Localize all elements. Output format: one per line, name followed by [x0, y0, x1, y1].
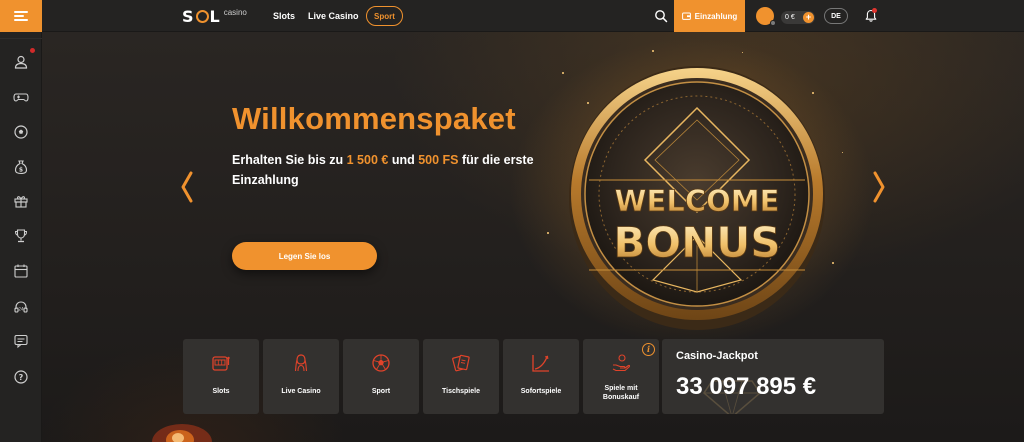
nav-sport-button[interactable]: Sport [366, 6, 403, 26]
add-funds-button[interactable]: + [803, 12, 814, 23]
avatar[interactable] [756, 7, 776, 26]
sidebar-divider [0, 38, 42, 39]
logo-subtitle: casino [223, 7, 247, 17]
money-bag-icon[interactable]: $ [13, 159, 29, 175]
casino-jackpot-panel[interactable]: Casino-Jackpot 33 097 895 € [662, 339, 884, 414]
language-selector[interactable]: DE [824, 8, 848, 24]
logo[interactable]: SL casino [182, 6, 247, 26]
get-started-button[interactable]: Legen Sie los [232, 242, 377, 270]
svg-text:?: ? [19, 373, 24, 382]
hand-coin-icon [612, 354, 631, 372]
bonus-amount: 1 500 € [346, 153, 389, 167]
search-icon[interactable] [654, 9, 668, 23]
svg-text:$: $ [19, 166, 23, 173]
soccer-ball-icon [372, 354, 390, 372]
hero-banner: Willkommenspaket Erhalten Sie bis zu 1 5… [42, 32, 1024, 442]
menu-icon [14, 11, 28, 21]
sidebar: $ 24 ? [0, 32, 42, 442]
category-instant-games[interactable]: Sofortspiele [503, 339, 579, 414]
coin-text-welcome: WELCOME [615, 184, 780, 218]
category-label: Sofortspiele [520, 388, 562, 395]
sparkle [562, 72, 564, 74]
category-live-casino[interactable]: Live Casino [263, 339, 339, 414]
deposit-label: Einzahlung [694, 11, 738, 21]
sparkle [652, 50, 654, 52]
sun-icon [195, 9, 209, 23]
category-label: Slots [212, 388, 230, 395]
coin-text-bonus: BONUS [613, 218, 780, 267]
slot-machine-icon [212, 356, 230, 371]
deposit-button[interactable]: Einzahlung [674, 0, 745, 32]
hero-subtitle: Erhalten Sie bis zu 1 500 € und 500 FS f… [232, 150, 552, 190]
calendar-icon[interactable] [13, 263, 29, 279]
welcome-bonus-coin: WELCOME BONUS [569, 66, 825, 330]
balance-value: 0 € [785, 14, 795, 21]
help-icon[interactable]: ? [13, 369, 29, 385]
top-header: SL casino Slots Live Casino Sport Einzah… [0, 0, 1024, 32]
chevron-left-icon[interactable] [180, 170, 194, 204]
headset-icon[interactable]: 24 [13, 299, 29, 315]
jackpot-title: Casino-Jackpot [676, 350, 758, 362]
wallet-icon [681, 12, 691, 20]
sparkle [742, 52, 743, 53]
cards-icon [452, 354, 470, 372]
user-icon[interactable] [13, 54, 29, 70]
category-slots[interactable]: Slots [183, 339, 259, 414]
category-table-games[interactable]: Tischspiele [423, 339, 499, 414]
svg-text:24: 24 [18, 307, 24, 312]
category-bonus-buy[interactable]: i Spiele mit Bonuskauf [583, 339, 659, 414]
trophy-icon[interactable] [13, 228, 29, 244]
profile-badge [30, 48, 35, 53]
gamepad-icon[interactable] [13, 89, 29, 105]
chat-icon[interactable] [13, 333, 29, 349]
category-label: Tischspiele [441, 388, 480, 395]
nav-live-casino[interactable]: Live Casino [308, 11, 359, 21]
nav-slots[interactable]: Slots [273, 11, 295, 21]
sparkle [547, 232, 549, 234]
category-label: Spiele mit Bonuskauf [602, 385, 640, 401]
notification-badge [872, 8, 877, 13]
free-spins-amount: 500 FS [418, 153, 459, 167]
category-sport[interactable]: Sport [343, 339, 419, 414]
info-icon[interactable]: i [642, 343, 655, 356]
chevron-right-icon[interactable] [872, 170, 886, 204]
sparkle [842, 152, 843, 153]
logo-wordmark: SL [182, 6, 221, 26]
dealer-icon [294, 354, 308, 372]
sparkle [832, 262, 834, 264]
subtitle-text: und [388, 153, 419, 167]
jackpot-value: 33 097 895 € [676, 373, 817, 400]
balance-display[interactable]: 0 € + [781, 11, 815, 24]
category-label: Sport [371, 388, 391, 395]
soccer-ball-icon[interactable] [13, 124, 29, 140]
chart-growth-icon [532, 355, 549, 372]
gift-icon[interactable] [13, 193, 29, 209]
category-label: Live Casino [281, 388, 321, 395]
status-dot [770, 20, 776, 26]
subtitle-text: Erhalten Sie bis zu [232, 153, 347, 167]
menu-button[interactable] [0, 0, 42, 32]
hero-title: Willkommenspaket [232, 101, 516, 136]
